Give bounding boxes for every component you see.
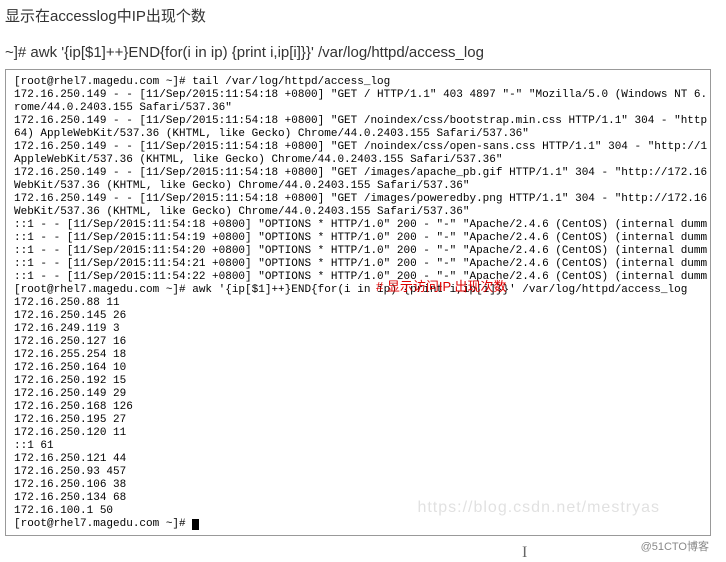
credit-label: @51CTO博客 <box>5 536 711 554</box>
text-cursor-icon: I <box>522 544 527 562</box>
terminal-line: ::1 61 <box>14 440 710 453</box>
command-line-example: ~]# awk '{ip[$1]++}END{for(i in ip) {pri… <box>5 44 726 61</box>
terminal-line: 172.16.250.149 - - [11/Sep/2015:11:54:18… <box>14 115 710 128</box>
terminal-line: ::1 - - [11/Sep/2015:11:54:22 +0800] "OP… <box>14 271 710 284</box>
terminal-line: 172.16.249.119 3 <box>14 323 710 336</box>
terminal-line: [root@rhel7.magedu.com ~]# tail /var/log… <box>14 76 710 89</box>
terminal-line: 172.16.250.93 457 <box>14 466 710 479</box>
terminal-line: 172.16.250.106 38 <box>14 479 710 492</box>
terminal-line: 172.16.250.120 11 <box>14 427 710 440</box>
terminal-line: 172.16.250.145 26 <box>14 310 710 323</box>
terminal-line: 172.16.250.195 27 <box>14 414 710 427</box>
terminal-line: ::1 - - [11/Sep/2015:11:54:18 +0800] "OP… <box>14 219 710 232</box>
terminal-line: 172.16.250.192 15 <box>14 375 710 388</box>
terminal-line: 172.16.250.149 - - [11/Sep/2015:11:54:18… <box>14 89 710 102</box>
terminal-line: ::1 - - [11/Sep/2015:11:54:20 +0800] "OP… <box>14 245 710 258</box>
terminal-line: ::1 - - [11/Sep/2015:11:54:19 +0800] "OP… <box>14 232 710 245</box>
terminal-line: 172.16.250.164 10 <box>14 362 710 375</box>
terminal-line: [root@rhel7.magedu.com ~]# awk '{ip[$1]+… <box>14 284 710 297</box>
terminal-line: 172.16.250.149 - - [11/Sep/2015:11:54:18… <box>14 193 710 206</box>
terminal-panel: [root@rhel7.magedu.com ~]# tail /var/log… <box>5 69 711 536</box>
terminal-line: 172.16.250.121 44 <box>14 453 710 466</box>
cursor-icon <box>192 519 199 530</box>
terminal-line: rome/44.0.2403.155 Safari/537.36" <box>14 102 710 115</box>
terminal-prompt: [root@rhel7.magedu.com ~]# <box>14 518 710 531</box>
terminal-line: 172.16.250.149 29 <box>14 388 710 401</box>
terminal-line: 172.16.250.149 - - [11/Sep/2015:11:54:18… <box>14 167 710 180</box>
terminal-line: 172.16.250.88 11 <box>14 297 710 310</box>
terminal-line: ::1 - - [11/Sep/2015:11:54:21 +0800] "OP… <box>14 258 710 271</box>
terminal-output: [root@rhel7.magedu.com ~]# tail /var/log… <box>14 76 710 531</box>
terminal-line: AppleWebKit/537.36 (KHTML, like Gecko) C… <box>14 154 710 167</box>
page-title: 显示在accesslog中IP出现个数 <box>5 5 726 26</box>
terminal-line: 172.16.255.254 18 <box>14 349 710 362</box>
terminal-line: WebKit/537.36 (KHTML, like Gecko) Chrome… <box>14 180 710 193</box>
annotation-comment: # 显示访问IP 出现次数 <box>376 276 507 295</box>
terminal-line: 172.16.250.168 126 <box>14 401 710 414</box>
terminal-line: WebKit/537.36 (KHTML, like Gecko) Chrome… <box>14 206 710 219</box>
terminal-line: 64) AppleWebKit/537.36 (KHTML, like Geck… <box>14 128 710 141</box>
watermark-text: https://blog.csdn.net/mestryas <box>417 499 660 517</box>
terminal-line: 172.16.250.127 16 <box>14 336 710 349</box>
terminal-line: 172.16.250.149 - - [11/Sep/2015:11:54:18… <box>14 141 710 154</box>
